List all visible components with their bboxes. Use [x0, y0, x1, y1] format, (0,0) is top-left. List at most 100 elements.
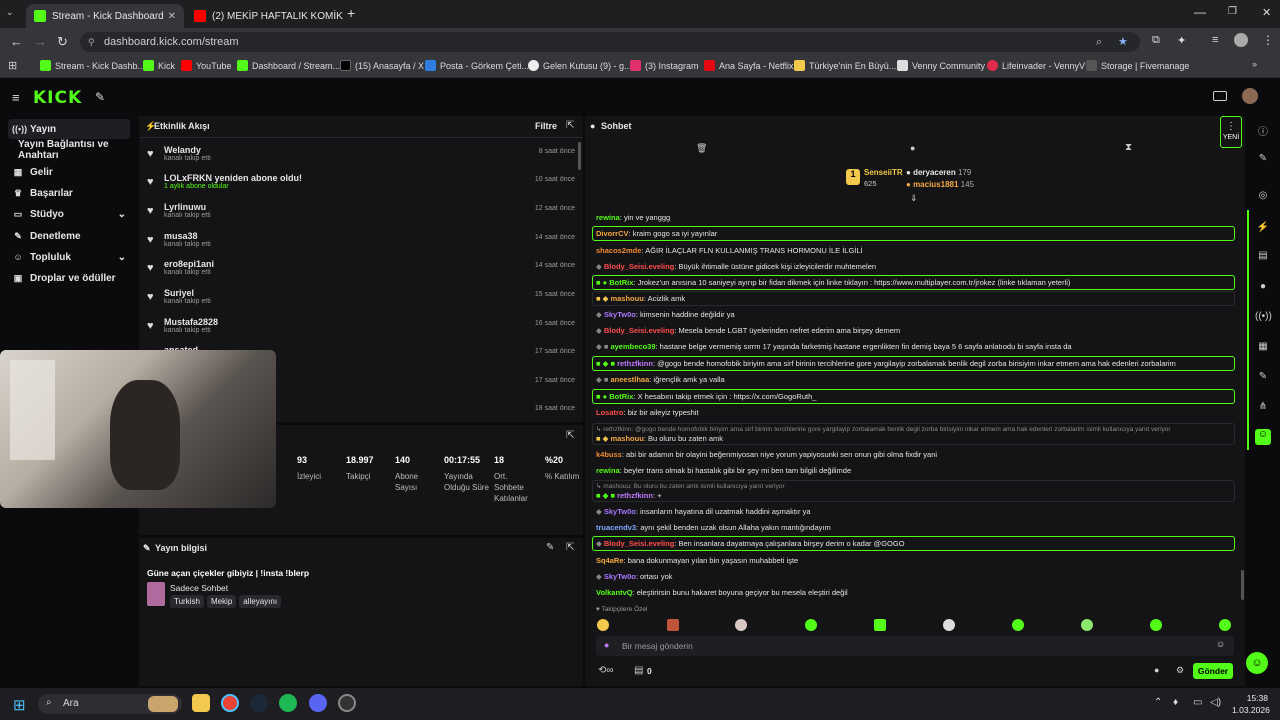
creator-icon[interactable]	[1213, 91, 1227, 101]
emote[interactable]	[943, 619, 955, 631]
chat-username[interactable]: SkyTw0o	[604, 310, 636, 319]
pin-icon[interactable]: ✎	[95, 90, 105, 104]
profile-avatar[interactable]	[1234, 33, 1248, 47]
edit-icon[interactable]: ✎	[546, 542, 554, 553]
user-avatar[interactable]	[1242, 88, 1258, 104]
clipboard-icon[interactable]: ▤	[1255, 250, 1271, 266]
chat-username[interactable]: Blody_Seisi.eveling	[604, 262, 674, 271]
bookmark-item[interactable]: Stream - Kick Dashb...	[40, 60, 145, 71]
emote[interactable]	[1150, 619, 1162, 631]
emote[interactable]	[805, 619, 817, 631]
tray-chevron-icon[interactable]: ⌃	[1154, 697, 1162, 708]
forward-icon[interactable]: →	[34, 34, 47, 49]
bookmark-item[interactable]: YouTube	[181, 60, 231, 71]
sidebar-item-studyo[interactable]: ▭ Stüdyo ⌄	[8, 204, 130, 224]
sidebar-item-droplar[interactable]: ▣ Droplar ve ödüller	[8, 268, 130, 288]
send-button[interactable]: Gönder	[1193, 663, 1233, 679]
windows-start-icon[interactable]: ⊞	[13, 696, 26, 714]
scrollbar[interactable]	[578, 142, 581, 170]
chat-username[interactable]: rethzfkinn	[617, 359, 653, 368]
site-info-icon[interactable]: ⚲	[88, 32, 95, 52]
menu-icon[interactable]: ⋮	[1262, 33, 1274, 47]
spotify-icon[interactable]	[279, 694, 297, 712]
emote[interactable]	[1219, 619, 1231, 631]
bookmark-item[interactable]: Türkiye'nin En Büyü...	[794, 60, 896, 71]
chat-username[interactable]: VolkantvQ	[596, 588, 633, 597]
bookmark-star-icon[interactable]: ★	[1118, 32, 1128, 52]
help-chat-icon[interactable]: ☺	[1246, 652, 1268, 674]
tab-search-icon[interactable]: ⌄	[6, 7, 14, 18]
share-icon[interactable]: ⟲∞	[598, 665, 614, 676]
more-bookmarks-icon[interactable]: »	[1252, 59, 1257, 69]
chat-username[interactable]: SkyTw0o	[604, 507, 636, 516]
bookmark-item[interactable]: Storage | Fivemanage	[1086, 60, 1189, 71]
minimize-icon[interactable]: —	[1194, 5, 1206, 19]
trash-icon[interactable]: 🗑	[696, 143, 707, 154]
bookmark-item[interactable]: (3) Instagram	[630, 60, 699, 71]
emote[interactable]	[735, 619, 747, 631]
chat-input[interactable]: ● Bir mesaj gönderin ☺	[596, 636, 1234, 656]
taskbar-search[interactable]: ⌕ Ara	[38, 694, 182, 714]
sidebar-item-denetleme[interactable]: ✎ Denetleme	[8, 226, 130, 246]
chat-username[interactable]: ayembeco39	[610, 342, 655, 351]
bookmark-item[interactable]: Dashboard / Stream...	[237, 60, 340, 71]
chat-username[interactable]: rethzfkinn	[617, 491, 653, 500]
sidebar-item-stream-key[interactable]: Yayın Bağlantısı ve Anahtarı	[14, 139, 136, 161]
sidebar-item-basarilar[interactable]: ♛ Başarılar	[8, 183, 130, 203]
bookmark-item[interactable]: Lifeinvader - VennyV	[987, 60, 1085, 71]
puzzle-icon[interactable]: ✦	[1177, 34, 1186, 47]
chat-username[interactable]: rewina	[596, 213, 620, 222]
hamburger-menu-icon[interactable]: ≡	[12, 90, 20, 105]
popout-icon[interactable]: ⇱	[566, 120, 574, 131]
message-icon[interactable]: ●	[910, 143, 915, 153]
chat-username[interactable]: BotRix	[609, 392, 633, 401]
tab-kick-dashboard[interactable]: Stream - Kick Dashboard ✕	[26, 4, 184, 28]
bookmark-item[interactable]: (15) Anasayfa / X	[340, 60, 424, 71]
emote[interactable]	[874, 619, 886, 631]
tag[interactable]: alleyayını	[239, 595, 282, 608]
chest-icon[interactable]: ▤	[634, 665, 643, 676]
network-icon[interactable]: ▭	[1193, 697, 1202, 708]
bookmark-item[interactable]: Venny Community	[897, 60, 985, 71]
kick-logo[interactable]: KICK	[33, 88, 82, 108]
sidebar-item-topluluk[interactable]: ☺ Topluluk ⌄	[8, 247, 130, 267]
bookmark-item[interactable]: Ana Sayfa - Netflix	[704, 60, 794, 71]
media-icon[interactable]: ≡	[1212, 34, 1218, 46]
zoom-icon[interactable]: ⌕	[1096, 32, 1102, 52]
reload-icon[interactable]: ↻	[57, 34, 68, 50]
chat-scrollbar[interactable]	[1241, 570, 1244, 600]
video-icon[interactable]: ▦	[1255, 341, 1271, 357]
chat-username[interactable]: shacos2mde	[596, 246, 641, 255]
chat-username[interactable]: Losatro	[596, 408, 624, 417]
restore-icon[interactable]: ❐	[1228, 6, 1237, 17]
chrome-icon[interactable]	[221, 694, 239, 712]
edit-icon[interactable]: ✎	[1255, 153, 1271, 169]
emote[interactable]	[1081, 619, 1093, 631]
microphone-icon[interactable]: ●	[604, 640, 609, 650]
filter-button[interactable]: Filtre	[535, 121, 557, 131]
broadcast-icon[interactable]: ((•))	[1255, 311, 1272, 327]
bookmark-item[interactable]: Gelen Kutusu (9) - g...	[528, 60, 632, 71]
settings-icon[interactable]: ⚙	[1176, 665, 1184, 676]
chat-username[interactable]: Blody_Seisi.eveling	[604, 539, 674, 548]
bookmark-item[interactable]: Kick	[143, 60, 175, 71]
chat-username[interactable]: DivorrCV	[596, 229, 629, 238]
chat-username[interactable]: mashouu	[610, 434, 643, 443]
popout-icon[interactable]: ⇱	[566, 430, 574, 441]
hourglass-icon[interactable]: ⧗	[1125, 142, 1132, 153]
tag[interactable]: Turkish	[170, 595, 204, 608]
chat-username[interactable]: aneestlhaa	[610, 375, 649, 384]
emote[interactable]	[667, 619, 679, 631]
emote[interactable]	[597, 619, 609, 631]
share-icon[interactable]: ⋔	[1255, 401, 1271, 417]
chat-username[interactable]: Sq4aRe	[596, 556, 624, 565]
chat-username[interactable]: rewina	[596, 466, 620, 475]
file-explorer-icon[interactable]	[192, 694, 210, 712]
chat-username[interactable]: SkyTw0o	[604, 572, 636, 581]
window-close-icon[interactable]: ✕	[1262, 6, 1271, 19]
sidebar-item-yayin[interactable]: ((•)) Yayın	[8, 119, 130, 139]
camera-icon[interactable]: ◎	[1255, 190, 1271, 206]
bolt-icon[interactable]: ⚡	[1255, 222, 1271, 238]
emote[interactable]	[1012, 619, 1024, 631]
new-tab-icon[interactable]: +	[347, 5, 355, 21]
